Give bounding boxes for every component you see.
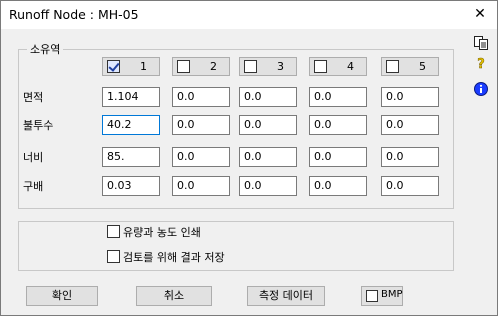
value-field-r1-c5[interactable]: 0.0	[381, 87, 439, 107]
value-field-r3-c5[interactable]: 0.0	[381, 147, 439, 167]
column-header-1[interactable]: 1	[102, 57, 160, 76]
column-number: 3	[277, 60, 284, 73]
column-header-4[interactable]: 4	[309, 57, 367, 76]
value-field-r4-c3[interactable]: 0.0	[239, 176, 297, 196]
svg-text:?: ?	[477, 57, 485, 71]
copy-icon[interactable]	[471, 35, 491, 53]
row-label-3: 너비	[23, 151, 44, 164]
subbasin-group-label: 소유역	[27, 41, 64, 57]
value-field-r4-c2[interactable]: 0.0	[172, 176, 230, 196]
value-field-r1-c4[interactable]: 0.0	[309, 87, 367, 107]
value-field-r2-c3[interactable]: 0.0	[239, 115, 297, 135]
info-icon[interactable]	[471, 81, 491, 99]
column-checkbox-4[interactable]	[314, 60, 327, 73]
column-checkbox-5[interactable]	[386, 60, 399, 73]
column-number: 4	[347, 60, 354, 73]
value-field-r3-c2[interactable]: 0.0	[172, 147, 230, 167]
value-field-r2-c2[interactable]: 0.0	[172, 115, 230, 135]
print-flow-checkbox[interactable]	[107, 225, 120, 238]
row-label-2: 불투수	[23, 119, 54, 132]
ok-button[interactable]: 확인	[26, 286, 98, 306]
bmp-label: BMP	[381, 289, 403, 300]
column-header-3[interactable]: 3	[239, 57, 297, 76]
value-field-r2-c4[interactable]: 0.0	[309, 115, 367, 135]
value-field-r4-c4[interactable]: 0.0	[309, 176, 367, 196]
save-results-checkbox[interactable]	[107, 250, 120, 263]
column-checkbox-1[interactable]	[107, 60, 120, 73]
column-number: 1	[140, 60, 147, 73]
value-field-r1-c1[interactable]: 1.104	[102, 87, 160, 107]
column-header-2[interactable]: 2	[172, 57, 230, 76]
save-results-label: 검토를 위해 결과 저장	[123, 251, 225, 264]
value-field-r2-c5[interactable]: 0.0	[381, 115, 439, 135]
value-field-r4-c5[interactable]: 0.0	[381, 176, 439, 196]
column-header-5[interactable]: 5	[381, 57, 439, 76]
help-icon[interactable]: ?	[471, 55, 491, 73]
row-label-1: 면적	[23, 91, 44, 104]
window-title: Runoff Node : MH-05	[9, 7, 139, 22]
close-button[interactable]: ✕	[469, 4, 491, 24]
value-field-r1-c3[interactable]: 0.0	[239, 87, 297, 107]
value-field-r3-c3[interactable]: 0.0	[239, 147, 297, 167]
row-label-4: 구배	[23, 180, 44, 193]
column-number: 2	[210, 60, 217, 73]
value-field-r4-c1[interactable]: 0.03	[102, 176, 160, 196]
bmp-checkbox[interactable]	[366, 290, 378, 302]
column-number: 5	[419, 60, 426, 73]
value-field-r1-c2[interactable]: 0.0	[172, 87, 230, 107]
value-field-r2-c1[interactable]: 40.2	[102, 115, 160, 135]
value-field-r3-c4[interactable]: 0.0	[309, 147, 367, 167]
title-bar: Runoff Node : MH-05 ✕	[1, 1, 497, 29]
output-options-group	[18, 221, 454, 271]
measured-data-button[interactable]: 측정 데이터	[247, 286, 325, 306]
column-checkbox-3[interactable]	[244, 60, 257, 73]
column-checkbox-2[interactable]	[177, 60, 190, 73]
bmp-toggle[interactable]: BMP	[361, 286, 403, 306]
value-field-r3-c1[interactable]: 85.	[102, 147, 160, 167]
cancel-button[interactable]: 취소	[136, 286, 212, 306]
runoff-node-dialog: Runoff Node : MH-05 ✕ ? 소유역 1 2 3 4 5 면적…	[0, 0, 498, 316]
print-flow-label: 유량과 농도 인쇄	[123, 226, 201, 239]
